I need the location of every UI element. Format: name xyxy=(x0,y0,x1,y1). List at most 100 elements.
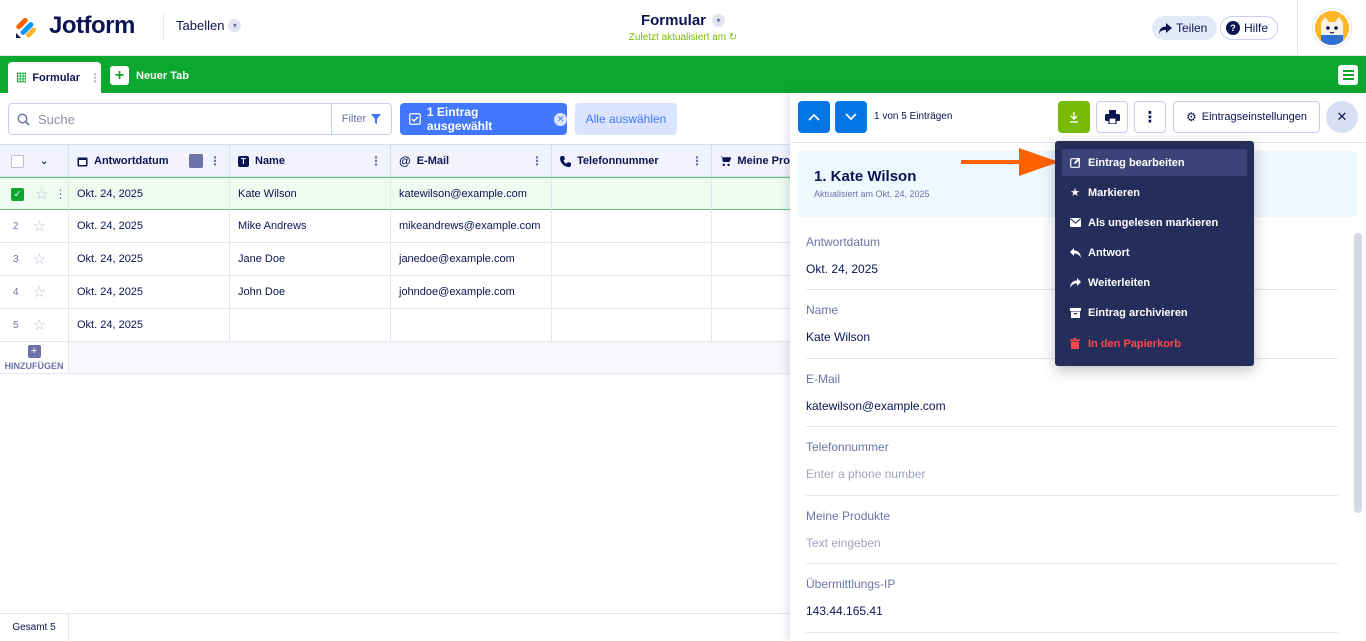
star-icon: ★ xyxy=(1070,187,1080,199)
cell-email[interactable]: katewilson@example.com xyxy=(391,178,552,210)
user-avatar[interactable] xyxy=(1313,9,1351,47)
cell-phone[interactable] xyxy=(552,178,712,210)
new-tab-button[interactable]: + Neuer Tab xyxy=(110,66,189,85)
chevron-up-icon xyxy=(808,113,820,121)
cell-products[interactable] xyxy=(712,178,790,210)
cell-date[interactable]: Okt. 24, 2025 xyxy=(69,276,230,308)
more-options-button[interactable]: ⋮ xyxy=(1134,101,1166,133)
field-value[interactable]: Text eingeben xyxy=(806,536,1338,550)
column-header-meine-produkte[interactable]: Meine Pro xyxy=(712,145,790,177)
cell-products[interactable] xyxy=(712,210,790,242)
field-label: E-Mail xyxy=(806,372,841,386)
download-button[interactable] xyxy=(1058,101,1090,133)
entry-settings-button[interactable]: ⚙ Eintragseinstellungen xyxy=(1173,101,1320,133)
cell-name[interactable]: Jane Doe xyxy=(230,243,391,275)
select-all-button[interactable]: Alle auswählen xyxy=(575,103,677,135)
cell-date[interactable]: Okt. 24, 2025 xyxy=(69,243,230,275)
header-select-cell: ⌄ xyxy=(0,145,69,177)
row-checkbox-checked[interactable]: ✓ xyxy=(11,187,24,201)
header-divider xyxy=(1297,0,1298,56)
table-row[interactable]: ✓ ☆ ⋮ Okt. 24, 2025 Kate Wilson katewils… xyxy=(0,177,790,210)
menu-item-mark-unread[interactable]: Als ungelesen markieren xyxy=(1062,209,1247,236)
column-header-name[interactable]: T Name ⋮ xyxy=(230,145,391,177)
column-menu-icon[interactable]: ⋮ xyxy=(691,154,703,168)
cell-phone[interactable] xyxy=(552,243,712,275)
star-icon[interactable]: ☆ xyxy=(33,283,46,301)
row-menu-icon[interactable]: ⋮ xyxy=(54,187,66,201)
print-button[interactable] xyxy=(1096,101,1128,133)
column-header-email[interactable]: @ E-Mail ⋮ xyxy=(391,145,552,177)
field-value[interactable]: 143.44.165.41 xyxy=(806,604,1338,618)
column-menu-icon[interactable]: ⋮ xyxy=(531,154,543,168)
star-icon[interactable]: ☆ xyxy=(33,217,46,235)
tab-options-icon[interactable]: ⋮ xyxy=(89,71,101,85)
tab-formular[interactable]: Formular ⋮ xyxy=(8,62,101,93)
column-menu-icon[interactable]: ⋮ xyxy=(209,154,221,168)
star-icon[interactable]: ☆ xyxy=(33,250,46,268)
field-email: E-Mail katewilson@example.com xyxy=(806,372,1338,427)
filter-button[interactable]: Filter xyxy=(331,104,391,134)
table-row[interactable]: 3 ☆ Okt. 24, 2025 Jane Doe janedoe@examp… xyxy=(0,243,790,276)
field-value[interactable]: katewilson@example.com xyxy=(806,399,1338,413)
hamburger-menu-icon[interactable] xyxy=(1338,65,1358,85)
clear-selection-icon[interactable]: ✕ xyxy=(554,112,567,126)
cell-email[interactable]: johndoe@example.com xyxy=(391,276,552,308)
row-number: 4 xyxy=(13,286,19,298)
cell-phone[interactable] xyxy=(552,309,712,341)
table-row[interactable]: 4 ☆ Okt. 24, 2025 John Doe johndoe@examp… xyxy=(0,276,790,309)
cell-products[interactable] xyxy=(712,276,790,308)
menu-item-reply[interactable]: Antwort xyxy=(1062,239,1247,266)
cell-phone[interactable] xyxy=(552,210,712,242)
cell-date[interactable]: Okt. 24, 2025 xyxy=(69,309,230,341)
cell-email[interactable] xyxy=(391,309,552,341)
star-icon[interactable]: ☆ xyxy=(35,185,48,203)
previous-entry-button[interactable] xyxy=(798,101,830,133)
share-button[interactable]: Teilen xyxy=(1152,16,1218,40)
cell-date[interactable]: Okt. 24, 2025 xyxy=(69,178,230,210)
field-label: Telefonnummer xyxy=(806,440,889,454)
chevron-down-icon[interactable]: ⌄ xyxy=(40,156,48,167)
pin-icon[interactable] xyxy=(189,154,203,168)
entry-settings-label: Eintragseinstellungen xyxy=(1201,111,1307,123)
cell-products[interactable] xyxy=(712,309,790,341)
field-value[interactable]: Enter a phone number xyxy=(806,467,1338,481)
menu-item-edit-entry[interactable]: Eintrag bearbeiten xyxy=(1062,149,1247,176)
menu-item-trash[interactable]: In den Papierkorb xyxy=(1062,330,1247,357)
next-entry-button[interactable] xyxy=(835,101,867,133)
column-menu-icon[interactable]: ⋮ xyxy=(370,154,382,168)
menu-item-label: In den Papierkorb xyxy=(1088,337,1181,350)
cell-name[interactable]: Kate Wilson xyxy=(230,178,391,210)
menu-item-archive[interactable]: Eintrag archivieren xyxy=(1062,299,1247,326)
cell-products[interactable] xyxy=(712,243,790,275)
jotform-logo[interactable]: Jotform xyxy=(14,12,135,40)
column-header-telefonnummer[interactable]: Telefonnummer ⋮ xyxy=(552,145,712,177)
cell-name[interactable]: Mike Andrews xyxy=(230,210,391,242)
search-input[interactable]: Suche Filter xyxy=(8,103,392,135)
row-select-cell: 4 ☆ xyxy=(0,276,69,308)
panel-scrollbar[interactable] xyxy=(1354,233,1362,513)
form-title-block[interactable]: Formular ▾ Zuletzt aktualisiert am ↻ xyxy=(600,12,766,43)
help-button[interactable]: ? Hilfe xyxy=(1220,16,1279,40)
selected-entries-chip[interactable]: 1 Eintrag ausgewählt ✕ xyxy=(400,103,567,135)
cell-name[interactable] xyxy=(230,309,391,341)
calendar-icon xyxy=(77,157,88,166)
select-all-checkbox[interactable] xyxy=(11,154,24,168)
menu-item-label: Eintrag bearbeiten xyxy=(1088,156,1185,169)
add-row-button[interactable]: + HINZUFÜGEN xyxy=(0,342,69,374)
table-row[interactable]: 5 ☆ Okt. 24, 2025 xyxy=(0,309,790,342)
entry-counter: 1 von 5 Einträgen xyxy=(874,111,953,122)
cell-name[interactable]: John Doe xyxy=(230,276,391,308)
cell-date[interactable]: Okt. 24, 2025 xyxy=(69,210,230,242)
table-row[interactable]: 2 ☆ Okt. 24, 2025 Mike Andrews mikeandre… xyxy=(0,210,790,243)
menu-item-label: Eintrag archivieren xyxy=(1088,306,1188,319)
column-header-antwortdatum[interactable]: Antwortdatum ⋮ xyxy=(69,145,230,177)
star-icon[interactable]: ☆ xyxy=(33,316,46,334)
tables-menu-button[interactable]: Tabellen ▾ xyxy=(176,18,242,33)
cell-email[interactable]: mikeandrews@example.com xyxy=(391,210,552,242)
cell-email[interactable]: janedoe@example.com xyxy=(391,243,552,275)
row-select-cell: 5 ☆ xyxy=(0,309,69,341)
menu-item-forward[interactable]: Weiterleiten xyxy=(1062,269,1247,296)
cell-phone[interactable] xyxy=(552,276,712,308)
close-panel-button[interactable]: ✕ xyxy=(1326,101,1358,133)
menu-item-mark[interactable]: ★ Markieren xyxy=(1062,179,1247,206)
